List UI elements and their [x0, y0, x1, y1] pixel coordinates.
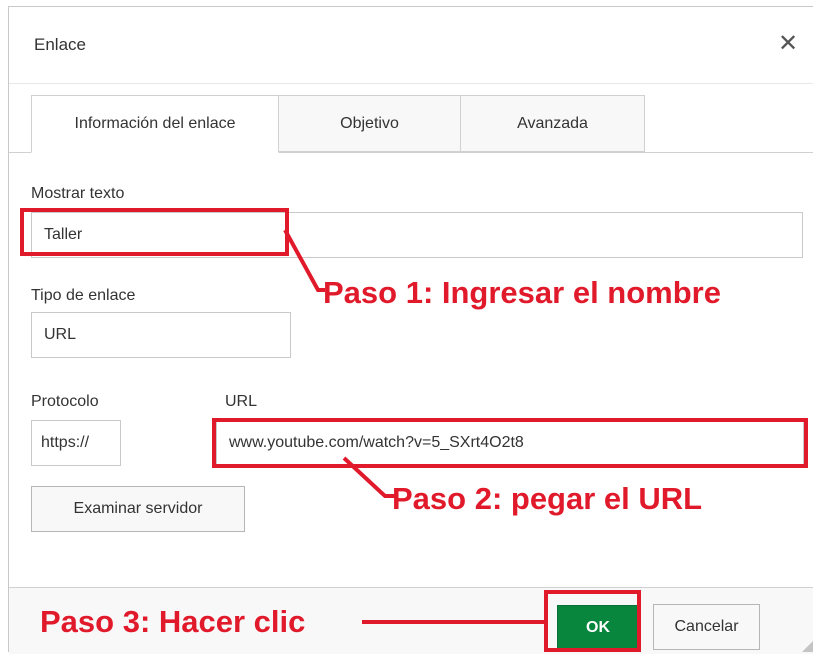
annotation-step1: Paso 1: Ingresar el nombre: [323, 275, 721, 310]
step1-connector: [283, 229, 325, 292]
annotation-step2: Paso 2: pegar el URL: [392, 481, 703, 516]
annotation-step3: Paso 3: Hacer clic: [40, 604, 306, 639]
step2-connector: [342, 456, 395, 498]
annotation-connectors: [283, 229, 547, 624]
